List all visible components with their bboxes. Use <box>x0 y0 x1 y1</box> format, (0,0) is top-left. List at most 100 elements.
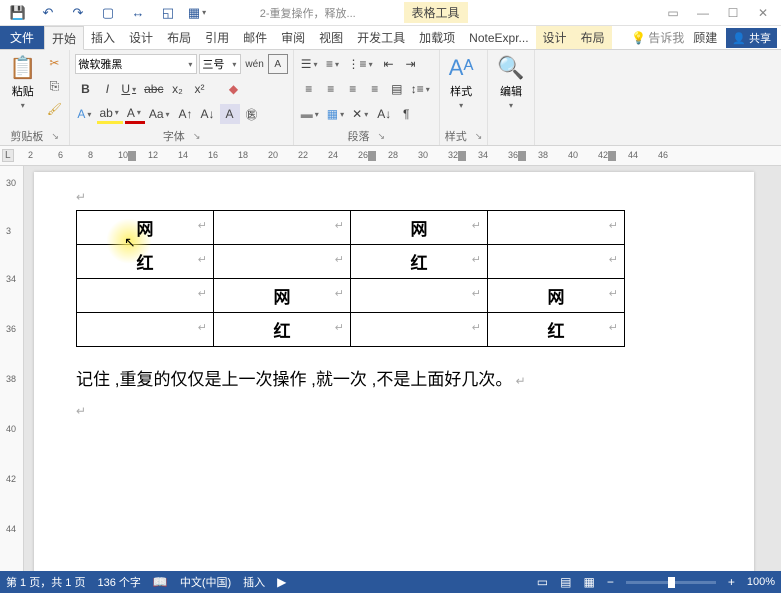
dialog-launcher-icon[interactable]: ↘ <box>193 131 201 142</box>
tab-home[interactable]: 开始 <box>44 26 84 50</box>
minimize-icon[interactable]: — <box>689 2 717 24</box>
copy-icon[interactable]: ⎘ <box>44 76 64 96</box>
superscript-button[interactable]: x² <box>189 79 209 99</box>
underline-button[interactable]: U▾ <box>119 79 140 99</box>
tab-design[interactable]: 设计 <box>122 26 160 49</box>
save-icon[interactable]: 💾 <box>4 2 32 24</box>
sort-icon[interactable]: A↓ <box>374 104 394 124</box>
tab-selector[interactable]: L <box>2 149 14 162</box>
body-paragraph[interactable]: 记住 ,重复的仅仅是上一次操作 ,就一次 ,不是上面好几次。 ↵ <box>76 365 712 390</box>
table-cell[interactable]: 网↵ <box>77 211 214 245</box>
grow-font-icon[interactable]: A↑ <box>176 104 196 124</box>
table-cell[interactable]: ↵ <box>488 245 625 279</box>
highlight-icon[interactable]: ab▾ <box>97 104 122 124</box>
font-color-icon[interactable]: A▾ <box>125 104 145 124</box>
bullets-icon[interactable]: ☰▾ <box>299 54 322 74</box>
editing-button[interactable]: 🔍 编辑 ▾ <box>493 53 528 112</box>
new-blank-icon[interactable]: ▢ <box>94 2 122 24</box>
table-cell[interactable]: 红↵ <box>77 245 214 279</box>
align-right-icon[interactable]: ≡ <box>343 79 363 99</box>
table-cell[interactable]: 红↵ <box>351 245 488 279</box>
dialog-launcher-icon[interactable]: ↘ <box>51 131 59 142</box>
table-cell[interactable]: 红↵ <box>488 313 625 347</box>
tab-references[interactable]: 引用 <box>198 26 236 49</box>
italic-button[interactable]: I <box>97 79 117 99</box>
numbering-icon[interactable]: ≡▾ <box>324 54 344 74</box>
vertical-ruler[interactable]: 303343638404244 <box>0 166 24 571</box>
status-insert-mode[interactable]: 插入 <box>243 574 265 590</box>
undo-icon[interactable]: ↶ <box>34 2 62 24</box>
tab-file[interactable]: 文件 <box>0 26 44 49</box>
table-cell[interactable]: ↵ <box>77 279 214 313</box>
table-cell[interactable]: ↵ <box>77 313 214 347</box>
tab-insert[interactable]: 插入 <box>84 26 122 49</box>
page-area[interactable]: ↵ ↖ 网↵↵网↵↵红↵↵红↵↵↵网↵↵网↵↵红↵↵红↵ 记住 ,重复的仅仅是上… <box>24 166 781 571</box>
distributed-icon[interactable]: ▤ <box>387 79 407 99</box>
bold-button[interactable]: B <box>75 79 95 99</box>
ribbon-options-icon[interactable]: ▭ <box>659 2 687 24</box>
tab-noteexpress[interactable]: NoteExpr... <box>462 26 535 49</box>
align-left-icon[interactable]: ≡ <box>299 79 319 99</box>
format-painter-icon[interactable]: 🖌 <box>44 99 64 119</box>
table-icon[interactable]: ▦▾ <box>184 2 212 24</box>
cut-icon[interactable]: ✂ <box>44 53 64 73</box>
macro-icon[interactable]: ▶ <box>277 575 286 589</box>
tab-table-design[interactable]: 设计 <box>536 26 574 49</box>
tab-mailings[interactable]: 邮件 <box>236 26 274 49</box>
document-page[interactable]: ↵ ↖ 网↵↵网↵↵红↵↵红↵↵↵网↵↵网↵↵红↵↵红↵ 记住 ,重复的仅仅是上… <box>34 172 754 571</box>
tab-review[interactable]: 审阅 <box>274 26 312 49</box>
shading-icon[interactable]: ▬▾ <box>299 104 323 124</box>
enclose-char-icon[interactable]: ㊩ <box>242 104 262 124</box>
dialog-launcher-icon[interactable]: ↘ <box>378 131 386 142</box>
qat-icon-1[interactable]: ↔ <box>124 2 152 24</box>
zoom-thumb[interactable] <box>668 577 675 588</box>
dialog-launcher-icon[interactable]: ↘ <box>475 131 483 142</box>
share-button[interactable]: 👤 共享 <box>726 28 777 48</box>
qat-icon-2[interactable]: ◱ <box>154 2 182 24</box>
subscript-button[interactable]: x₂ <box>167 79 187 99</box>
increase-indent-icon[interactable]: ⇥ <box>401 54 421 74</box>
font-name-combo[interactable]: 微软雅黑▾ <box>75 54 197 74</box>
show-marks-icon[interactable]: ¶ <box>396 104 416 124</box>
zoom-percent[interactable]: 100% <box>747 576 775 588</box>
tell-me[interactable]: 💡 告诉我 <box>631 29 684 46</box>
tab-developer[interactable]: 开发工具 <box>350 26 412 49</box>
zoom-slider[interactable] <box>626 581 716 584</box>
font-size-combo[interactable]: 三号▾ <box>199 54 241 74</box>
table-cell[interactable]: ↵ <box>351 313 488 347</box>
print-layout-icon[interactable]: ▤ <box>560 575 571 589</box>
status-page[interactable]: 第 1 页，共 1 页 <box>6 574 85 590</box>
spellcheck-icon[interactable]: 📖 <box>153 575 168 589</box>
char-border-icon[interactable]: A <box>268 54 288 74</box>
table-cell[interactable]: ↵ <box>214 245 351 279</box>
shrink-font-icon[interactable]: A↓ <box>198 104 218 124</box>
decrease-indent-icon[interactable]: ⇤ <box>379 54 399 74</box>
phonetic-guide-icon[interactable]: wén <box>243 54 265 74</box>
multilevel-icon[interactable]: ⋮≡▾ <box>346 54 377 74</box>
maximize-icon[interactable]: ☐ <box>719 2 747 24</box>
horizontal-ruler[interactable]: L 26810121416182022242628303234363840424… <box>0 146 781 166</box>
justify-icon[interactable]: ≡ <box>365 79 385 99</box>
status-word-count[interactable]: 136 个字 <box>97 574 140 590</box>
web-layout-icon[interactable]: ▦ <box>583 575 594 589</box>
table-cell[interactable]: ↵ <box>488 211 625 245</box>
close-icon[interactable]: ✕ <box>749 2 777 24</box>
zoom-in-icon[interactable]: + <box>728 575 735 589</box>
asian-layout-icon[interactable]: ✕▾ <box>350 104 372 124</box>
strikethrough-button[interactable]: abc <box>142 79 165 99</box>
char-shading-icon[interactable]: A <box>220 104 240 124</box>
styles-button[interactable]: Aᴬ 样式 ▾ <box>445 53 478 112</box>
table-cell[interactable]: 红↵ <box>214 313 351 347</box>
redo-icon[interactable]: ↷ <box>64 2 92 24</box>
table-cell[interactable]: ↵ <box>351 279 488 313</box>
table-cell[interactable]: ↵ <box>214 211 351 245</box>
account-name[interactable]: 顾建 <box>688 29 722 46</box>
paste-button[interactable]: 📋 粘贴 ▾ <box>5 53 40 112</box>
table-cell[interactable]: 网↵ <box>214 279 351 313</box>
tab-view[interactable]: 视图 <box>312 26 350 49</box>
line-spacing-icon[interactable]: ↕≡▾ <box>409 79 434 99</box>
text-effects-icon[interactable]: A▾ <box>75 104 95 124</box>
borders-icon[interactable]: ▦▾ <box>325 104 348 124</box>
tab-layout[interactable]: 布局 <box>160 26 198 49</box>
change-case-icon[interactable]: Aa▾ <box>147 104 174 124</box>
